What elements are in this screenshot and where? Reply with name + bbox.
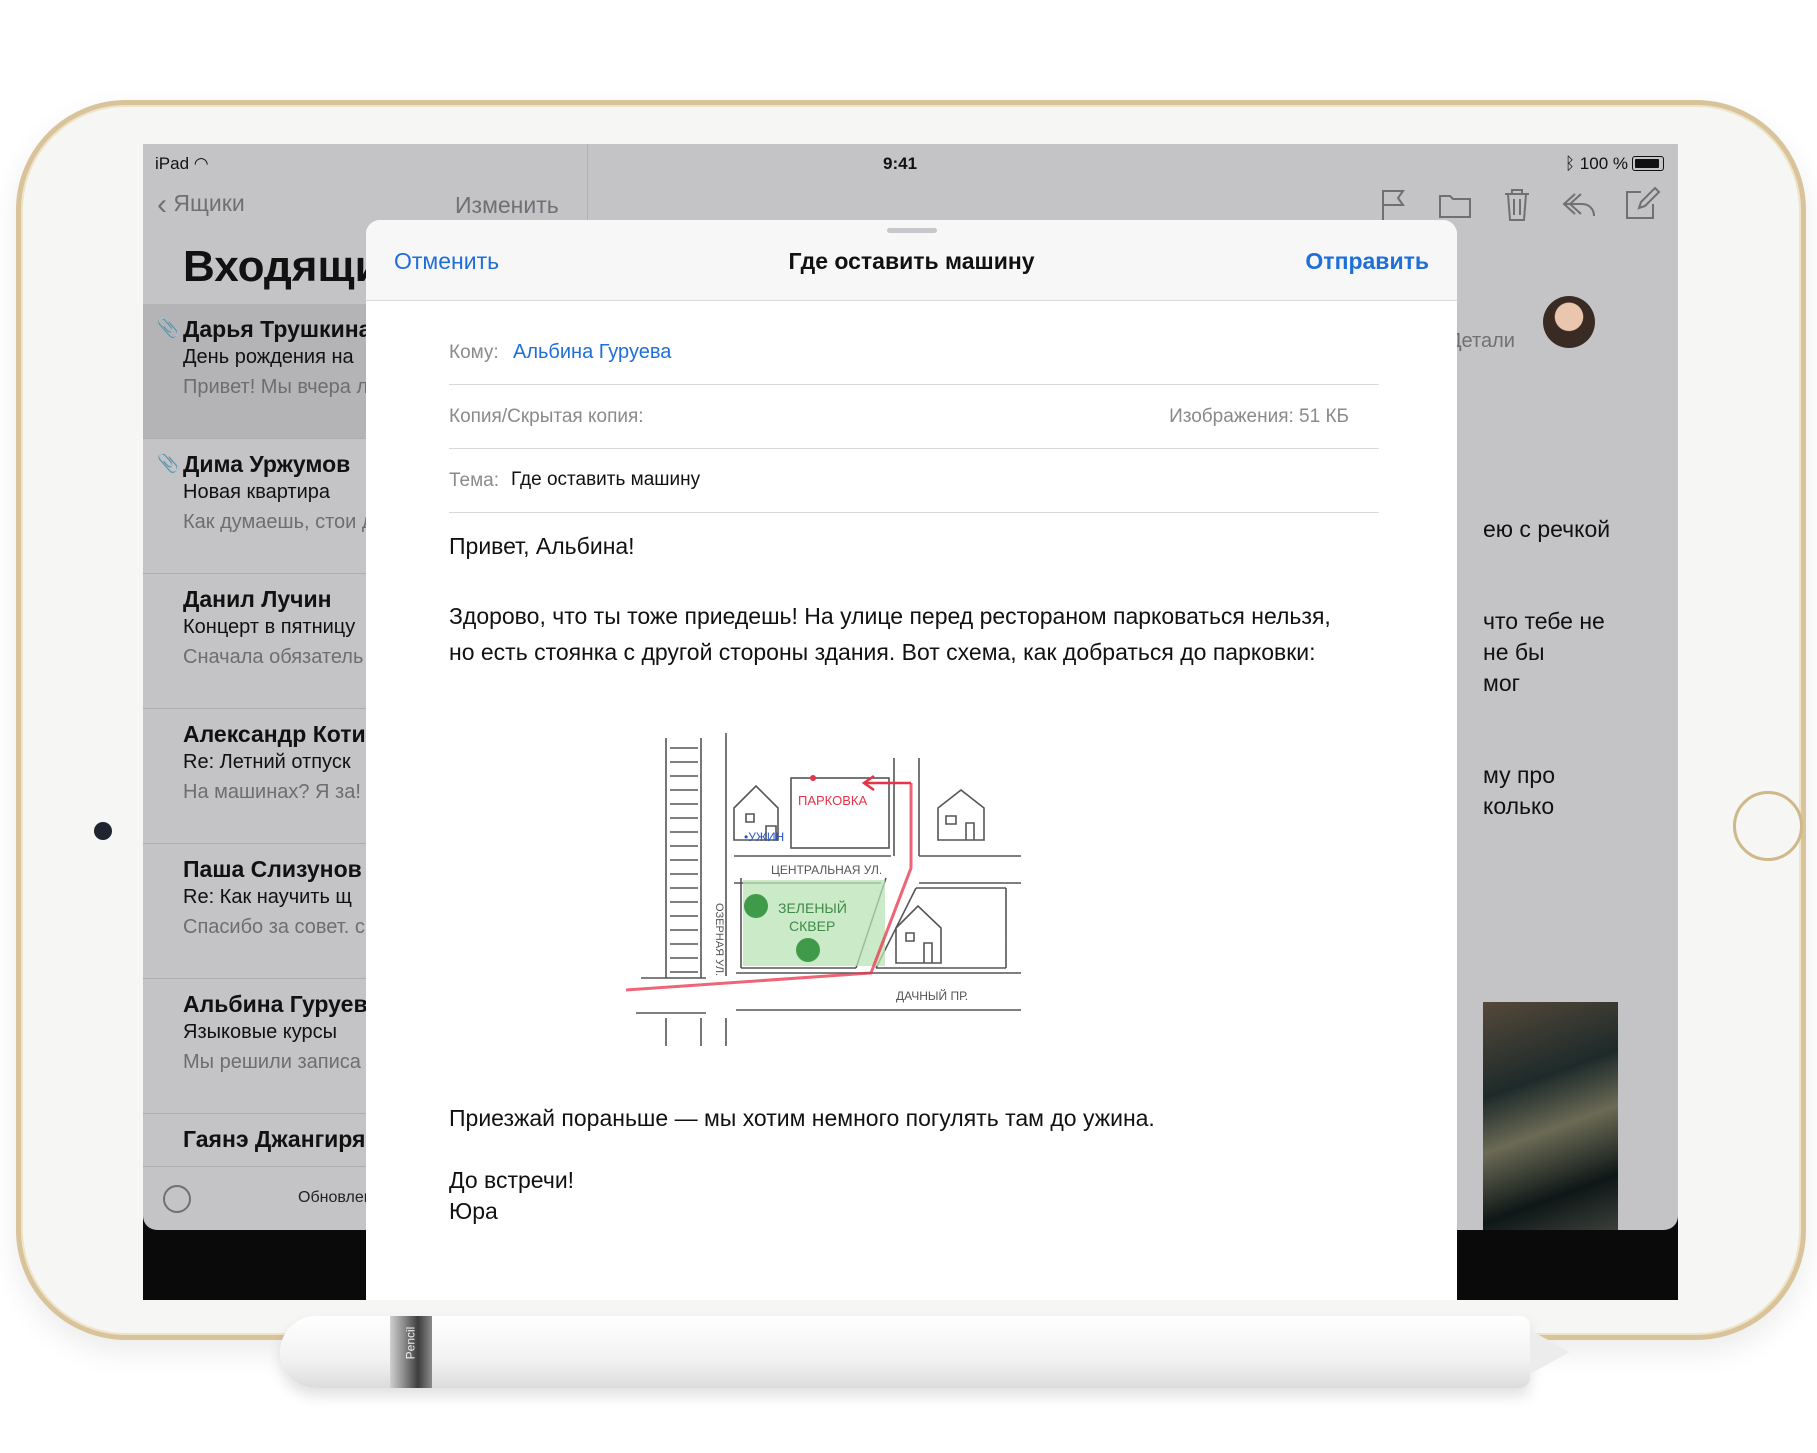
pencil-brand: Pencil (403, 1326, 418, 1360)
tree-icon (796, 938, 820, 962)
edit-button[interactable]: Изменить (455, 192, 559, 219)
attachment-icon: 📎 (157, 318, 180, 338)
message-sender: Данил Лучин (183, 586, 332, 612)
images-size-info[interactable]: Изображения: 51 КБ (1169, 406, 1349, 428)
detail-text-line: колько (1483, 793, 1555, 819)
body-greeting[interactable]: Привет, Альбина! (449, 528, 635, 564)
compose-sheet: Отменить Где оставить машину Отправить К… (366, 220, 1457, 1300)
home-button[interactable] (1733, 791, 1803, 861)
message-sender: Александр Коти (183, 721, 366, 747)
attached-photo (1483, 1002, 1618, 1230)
subject-label: Тема: (449, 470, 500, 491)
battery-icon (1632, 156, 1664, 171)
cc-label: Копия/Скрытая копия: (449, 406, 644, 427)
to-label: Кому: (449, 342, 499, 363)
chevron-left-icon: ‹ (157, 188, 167, 221)
message-subject: Re: Как научить щ (183, 886, 352, 908)
sheet-grabber[interactable] (887, 228, 937, 233)
status-device: iPad ◠ (155, 154, 209, 173)
map-label-park-2: СКВЕР (789, 918, 835, 934)
map-label-central-street: ЦЕНТРАЛЬНАЯ УЛ. (771, 863, 882, 877)
parking-map-sketch: ПАРКОВКА •УЖИН ЦЕНТРАЛЬНАЯ УЛ. ОЗЕРНАЯ У… (626, 733, 1021, 1046)
tree-icon (744, 894, 768, 918)
bluetooth-icon: ᛒ (1564, 154, 1576, 173)
to-recipient[interactable]: Альбина Гуруева (513, 341, 671, 364)
subject-field[interactable]: Тема: Где оставить машину (449, 448, 1379, 513)
detail-text-line: ею с речкой (1483, 516, 1611, 542)
detail-text-line: мог (1483, 670, 1520, 696)
body-paragraph-line[interactable]: Здорово, что ты тоже приедешь! На улице … (449, 598, 1331, 634)
reply-icon[interactable] (1559, 184, 1599, 224)
map-label-dinner: •УЖИН (744, 830, 784, 844)
pencil-band: Pencil (390, 1316, 432, 1388)
parking-marker (810, 775, 816, 781)
status-bar: iPad ◠ 9:41 ᛒ 100 % (143, 144, 1678, 180)
attachment-icon: 📎 (157, 453, 180, 473)
map-label-parking: ПАРКОВКА (798, 793, 867, 808)
detail-text-line: что тебе не (1483, 608, 1605, 634)
map-label-dacha-street: ДАЧНЫЙ ПР. (896, 988, 968, 1003)
detail-text-line: не бы (1483, 639, 1545, 665)
map-label-lake-street: ОЗЕРНАЯ УЛ. (713, 903, 725, 976)
flag-icon[interactable] (1373, 184, 1413, 224)
compose-icon[interactable] (1621, 184, 1661, 224)
avatar (1543, 296, 1595, 348)
message-subject: День рождения на (183, 346, 354, 368)
message-subject: Концерт в пятницу (183, 616, 356, 638)
pencil-tip (1530, 1330, 1570, 1374)
details-link[interactable]: Детали (1448, 330, 1515, 353)
message-sender: Паша Слизунов (183, 856, 362, 882)
message-sender: Дарья Трушкина (183, 316, 372, 342)
status-time: 9:41 (883, 154, 918, 173)
status-right: ᛒ 100 % (1565, 154, 1664, 174)
folder-icon[interactable] (1435, 184, 1475, 224)
cc-field[interactable]: Копия/Скрытая копия: Изображения: 51 КБ (449, 384, 1379, 449)
map-label-park-1: ЗЕЛЕНЫЙ (778, 899, 847, 916)
back-label: Ящики (173, 190, 245, 216)
body-paragraph-line[interactable]: но есть стоянка с другой стороны здания.… (449, 634, 1316, 670)
subject-input[interactable]: Где оставить машину (511, 469, 700, 491)
to-field[interactable]: Кому: Альбина Гуруева (449, 320, 1379, 385)
compose-title: Где оставить машину (788, 248, 1035, 274)
message-sender: Дима Уржумов (183, 451, 351, 477)
wifi-icon: ◠ (193, 154, 209, 173)
battery-percent: 100 % (1579, 154, 1628, 173)
trash-icon[interactable] (1497, 184, 1537, 224)
message-sender: Гаянэ Джангиря (183, 1126, 366, 1152)
filter-icon[interactable] (163, 1185, 191, 1213)
apple-pencil: Pencil (280, 1316, 1570, 1388)
mailboxes-back-button[interactable]: ‹ Ящики (157, 188, 245, 222)
compose-header: Отменить Где оставить машину Отправить (366, 220, 1457, 301)
message-subject: Новая квартира (183, 481, 331, 503)
message-subject: Re: Летний отпуск (183, 751, 351, 773)
send-button[interactable]: Отправить (1305, 248, 1429, 275)
front-camera (94, 822, 112, 840)
body-closing-line[interactable]: Приезжай пораньше — мы хотим немного пог… (449, 1100, 1155, 1136)
message-sender: Альбина Гуруев (183, 991, 368, 1017)
detail-text-line: му про (1483, 762, 1555, 788)
ipad-screen: iPad ◠ 9:41 ᛒ 100 % ‹ Ящики Изменить Вхо… (143, 144, 1678, 1300)
message-subject: Языковые курсы (183, 1021, 338, 1043)
body-signature[interactable]: Юра (449, 1193, 498, 1229)
